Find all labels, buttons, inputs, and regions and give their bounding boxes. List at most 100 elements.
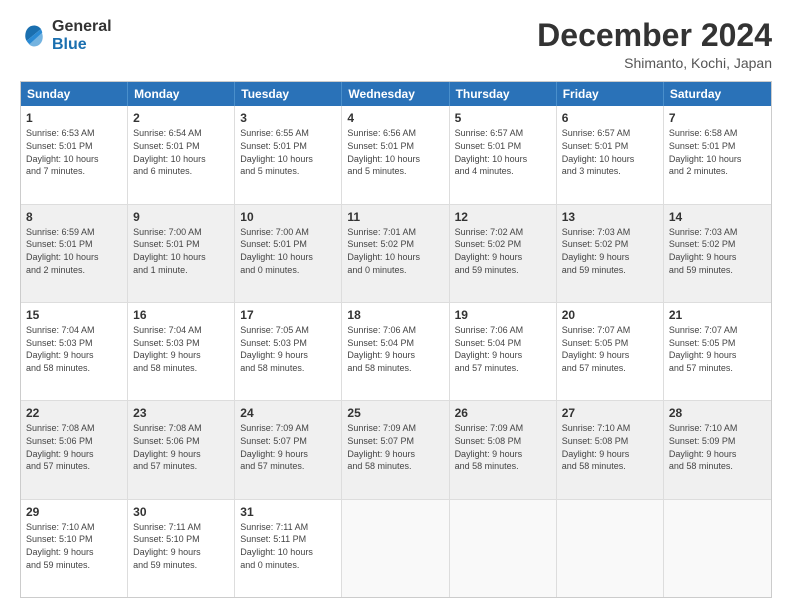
cell-text: Sunrise: 6:54 AMSunset: 5:01 PMDaylight:… [133, 127, 229, 177]
calendar-cell: 26Sunrise: 7:09 AMSunset: 5:08 PMDayligh… [450, 401, 557, 498]
calendar-cell: 15Sunrise: 7:04 AMSunset: 5:03 PMDayligh… [21, 303, 128, 400]
cell-text: Sunrise: 7:11 AMSunset: 5:11 PMDaylight:… [240, 521, 336, 571]
day-number: 1 [26, 110, 122, 126]
month-title: December 2024 [537, 18, 772, 53]
cell-text: Sunrise: 7:05 AMSunset: 5:03 PMDaylight:… [240, 324, 336, 374]
calendar-cell: 23Sunrise: 7:08 AMSunset: 5:06 PMDayligh… [128, 401, 235, 498]
calendar-cell: 13Sunrise: 7:03 AMSunset: 5:02 PMDayligh… [557, 205, 664, 302]
location: Shimanto, Kochi, Japan [537, 55, 772, 71]
header-cell-tuesday: Tuesday [235, 82, 342, 106]
calendar-cell: 8Sunrise: 6:59 AMSunset: 5:01 PMDaylight… [21, 205, 128, 302]
header: General Blue December 2024 Shimanto, Koc… [20, 18, 772, 71]
day-number: 11 [347, 209, 443, 225]
calendar-cell [557, 500, 664, 597]
cell-text: Sunrise: 6:57 AMSunset: 5:01 PMDaylight:… [562, 127, 658, 177]
cell-text: Sunrise: 7:08 AMSunset: 5:06 PMDaylight:… [26, 422, 122, 472]
cell-text: Sunrise: 7:00 AMSunset: 5:01 PMDaylight:… [240, 226, 336, 276]
calendar-cell: 17Sunrise: 7:05 AMSunset: 5:03 PMDayligh… [235, 303, 342, 400]
cell-text: Sunrise: 7:03 AMSunset: 5:02 PMDaylight:… [669, 226, 766, 276]
day-number: 6 [562, 110, 658, 126]
day-number: 23 [133, 405, 229, 421]
day-number: 17 [240, 307, 336, 323]
header-cell-wednesday: Wednesday [342, 82, 449, 106]
day-number: 29 [26, 504, 122, 520]
cell-text: Sunrise: 7:10 AMSunset: 5:10 PMDaylight:… [26, 521, 122, 571]
calendar-cell: 2Sunrise: 6:54 AMSunset: 5:01 PMDaylight… [128, 106, 235, 203]
logo-icon [20, 22, 48, 50]
logo-text: General Blue [52, 18, 112, 53]
cell-text: Sunrise: 7:09 AMSunset: 5:07 PMDaylight:… [347, 422, 443, 472]
logo-blue: Blue [52, 36, 112, 54]
day-number: 3 [240, 110, 336, 126]
page: General Blue December 2024 Shimanto, Koc… [0, 0, 792, 612]
calendar-cell [450, 500, 557, 597]
day-number: 18 [347, 307, 443, 323]
day-number: 13 [562, 209, 658, 225]
cell-text: Sunrise: 6:55 AMSunset: 5:01 PMDaylight:… [240, 127, 336, 177]
calendar-cell: 25Sunrise: 7:09 AMSunset: 5:07 PMDayligh… [342, 401, 449, 498]
cell-text: Sunrise: 7:03 AMSunset: 5:02 PMDaylight:… [562, 226, 658, 276]
calendar-cell: 20Sunrise: 7:07 AMSunset: 5:05 PMDayligh… [557, 303, 664, 400]
calendar-cell: 3Sunrise: 6:55 AMSunset: 5:01 PMDaylight… [235, 106, 342, 203]
cell-text: Sunrise: 7:06 AMSunset: 5:04 PMDaylight:… [455, 324, 551, 374]
calendar-cell: 16Sunrise: 7:04 AMSunset: 5:03 PMDayligh… [128, 303, 235, 400]
calendar-cell: 9Sunrise: 7:00 AMSunset: 5:01 PMDaylight… [128, 205, 235, 302]
header-cell-sunday: Sunday [21, 82, 128, 106]
header-cell-thursday: Thursday [450, 82, 557, 106]
calendar-row-4: 22Sunrise: 7:08 AMSunset: 5:06 PMDayligh… [21, 400, 771, 498]
calendar-cell: 4Sunrise: 6:56 AMSunset: 5:01 PMDaylight… [342, 106, 449, 203]
cell-text: Sunrise: 6:58 AMSunset: 5:01 PMDaylight:… [669, 127, 766, 177]
title-block: December 2024 Shimanto, Kochi, Japan [537, 18, 772, 71]
day-number: 20 [562, 307, 658, 323]
calendar-body: 1Sunrise: 6:53 AMSunset: 5:01 PMDaylight… [21, 106, 771, 597]
cell-text: Sunrise: 7:01 AMSunset: 5:02 PMDaylight:… [347, 226, 443, 276]
calendar-cell: 31Sunrise: 7:11 AMSunset: 5:11 PMDayligh… [235, 500, 342, 597]
logo: General Blue [20, 18, 112, 53]
day-number: 27 [562, 405, 658, 421]
day-number: 30 [133, 504, 229, 520]
calendar-row-5: 29Sunrise: 7:10 AMSunset: 5:10 PMDayligh… [21, 499, 771, 597]
day-number: 14 [669, 209, 766, 225]
calendar-cell: 27Sunrise: 7:10 AMSunset: 5:08 PMDayligh… [557, 401, 664, 498]
calendar: SundayMondayTuesdayWednesdayThursdayFrid… [20, 81, 772, 598]
calendar-cell: 5Sunrise: 6:57 AMSunset: 5:01 PMDaylight… [450, 106, 557, 203]
cell-text: Sunrise: 7:07 AMSunset: 5:05 PMDaylight:… [669, 324, 766, 374]
calendar-cell: 1Sunrise: 6:53 AMSunset: 5:01 PMDaylight… [21, 106, 128, 203]
header-cell-friday: Friday [557, 82, 664, 106]
cell-text: Sunrise: 7:10 AMSunset: 5:08 PMDaylight:… [562, 422, 658, 472]
day-number: 5 [455, 110, 551, 126]
cell-text: Sunrise: 7:09 AMSunset: 5:08 PMDaylight:… [455, 422, 551, 472]
calendar-cell: 14Sunrise: 7:03 AMSunset: 5:02 PMDayligh… [664, 205, 771, 302]
calendar-cell [664, 500, 771, 597]
calendar-row-3: 15Sunrise: 7:04 AMSunset: 5:03 PMDayligh… [21, 302, 771, 400]
cell-text: Sunrise: 6:53 AMSunset: 5:01 PMDaylight:… [26, 127, 122, 177]
day-number: 9 [133, 209, 229, 225]
calendar-cell: 28Sunrise: 7:10 AMSunset: 5:09 PMDayligh… [664, 401, 771, 498]
day-number: 31 [240, 504, 336, 520]
calendar-row-1: 1Sunrise: 6:53 AMSunset: 5:01 PMDaylight… [21, 106, 771, 203]
calendar-cell: 7Sunrise: 6:58 AMSunset: 5:01 PMDaylight… [664, 106, 771, 203]
header-cell-monday: Monday [128, 82, 235, 106]
day-number: 15 [26, 307, 122, 323]
calendar-cell: 19Sunrise: 7:06 AMSunset: 5:04 PMDayligh… [450, 303, 557, 400]
cell-text: Sunrise: 7:04 AMSunset: 5:03 PMDaylight:… [26, 324, 122, 374]
day-number: 10 [240, 209, 336, 225]
day-number: 24 [240, 405, 336, 421]
cell-text: Sunrise: 7:08 AMSunset: 5:06 PMDaylight:… [133, 422, 229, 472]
calendar-cell: 18Sunrise: 7:06 AMSunset: 5:04 PMDayligh… [342, 303, 449, 400]
day-number: 4 [347, 110, 443, 126]
day-number: 21 [669, 307, 766, 323]
cell-text: Sunrise: 7:09 AMSunset: 5:07 PMDaylight:… [240, 422, 336, 472]
calendar-cell: 6Sunrise: 6:57 AMSunset: 5:01 PMDaylight… [557, 106, 664, 203]
logo-general: General [52, 18, 112, 36]
day-number: 7 [669, 110, 766, 126]
day-number: 22 [26, 405, 122, 421]
cell-text: Sunrise: 7:11 AMSunset: 5:10 PMDaylight:… [133, 521, 229, 571]
calendar-header: SundayMondayTuesdayWednesdayThursdayFrid… [21, 82, 771, 106]
cell-text: Sunrise: 7:06 AMSunset: 5:04 PMDaylight:… [347, 324, 443, 374]
day-number: 28 [669, 405, 766, 421]
day-number: 12 [455, 209, 551, 225]
cell-text: Sunrise: 6:56 AMSunset: 5:01 PMDaylight:… [347, 127, 443, 177]
calendar-cell: 10Sunrise: 7:00 AMSunset: 5:01 PMDayligh… [235, 205, 342, 302]
calendar-cell: 22Sunrise: 7:08 AMSunset: 5:06 PMDayligh… [21, 401, 128, 498]
